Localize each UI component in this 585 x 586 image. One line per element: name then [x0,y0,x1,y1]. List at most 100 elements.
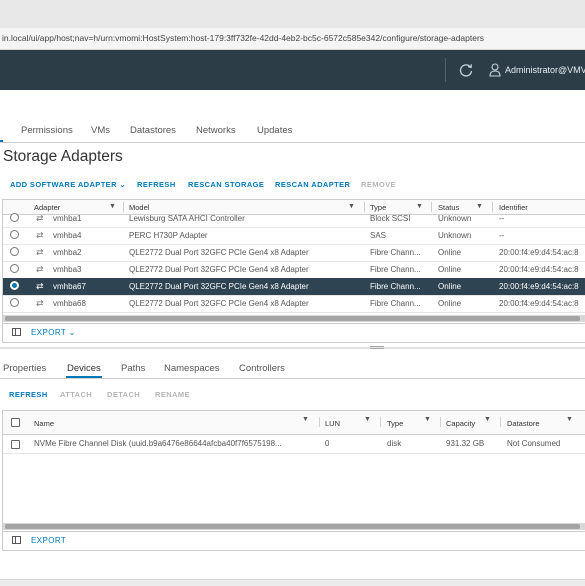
devices-refresh-button[interactable]: REFRESH [9,390,48,399]
attach-button[interactable]: ATTACH [60,390,92,399]
adapter-name: vmhba68 [53,299,86,308]
header-divider [445,58,446,82]
col-capacity[interactable]: Capacity [446,419,475,428]
adapter-identifier: 20:00:f4:e9:d4:54:ac:8 [499,299,579,308]
user-menu[interactable]: Administrator@VMV [505,65,585,75]
filter-icon[interactable]: ▼ [476,203,483,210]
add-software-adapter-button[interactable]: ADD SOFTWARE ADAPTER ⌄ [10,180,126,189]
adapter-model: QLE2772 Dual Port 32GFC PCIe Gen4 x8 Ada… [129,248,309,257]
refresh-icon[interactable] [458,62,474,78]
scrollbar-thumb[interactable] [5,316,580,321]
filter-icon[interactable]: ▼ [424,416,431,423]
adapter-identifier: 20:00:f4:e9:d4:54:ac:8 [499,248,579,257]
export-button[interactable]: EXPORT [31,536,66,545]
adapter-status: Online [438,265,462,274]
adapter-type: Block SCSI [370,214,411,223]
adapter-row[interactable]: ⇄ vmhba3 QLE2772 Dual Port 32GFC PCIe Ge… [3,261,585,279]
adapters-grid: Adapter ▼ Model ▼ Type ▼ Status ▼ Identi… [2,199,585,343]
adapter-icon: ⇄ [36,213,44,223]
horizontal-scrollbar[interactable] [3,523,585,530]
device-type: disk [387,439,402,448]
filter-icon[interactable]: ▼ [302,416,309,423]
filter-icon[interactable]: ▼ [484,416,491,423]
adapter-type: Fibre Chann... [370,248,421,257]
row-radio[interactable] [10,264,19,273]
tab-vms[interactable]: VMs [91,125,110,136]
pane-splitter[interactable] [0,347,585,349]
tab-properties[interactable]: Properties [3,363,46,374]
filter-icon[interactable]: ▼ [416,203,423,210]
row-checkbox[interactable] [11,440,20,449]
splitter-handle[interactable] [370,346,384,349]
column-toggle-icon[interactable] [12,536,21,544]
adapter-status: Unknown [438,214,472,223]
rescan-adapter-button[interactable]: RESCAN ADAPTER [275,180,350,189]
adapter-row[interactable]: ⇄ vmhba1 Lewisburg SATA AHCI Controller … [3,210,585,228]
adapter-row[interactable]: ⇄ vmhba68 QLE2772 Dual Port 32GFC PCIe G… [3,295,585,313]
address-bar[interactable]: in.local/ui/app/host;nav=h/urn:vmomi:Hos… [0,28,585,50]
tab-permissions[interactable]: Permissions [21,125,73,136]
horizontal-scrollbar[interactable] [3,315,585,322]
detail-tabs: Properties Devices Paths Namespaces Cont… [0,358,585,379]
filter-icon[interactable]: ▼ [109,203,116,210]
refresh-button[interactable]: REFRESH [137,180,176,189]
adapter-model: QLE2772 Dual Port 32GFC PCIe Gen4 x8 Ada… [129,299,309,308]
filter-icon[interactable]: ▼ [364,416,371,423]
adapter-identifier: -- [499,214,505,223]
adapter-type: Fibre Chann... [370,282,421,291]
user-icon[interactable] [489,63,501,77]
scrollbar-thumb[interactable] [5,524,580,529]
column-divider [319,417,320,427]
row-radio[interactable] [10,298,19,307]
select-all-checkbox[interactable] [11,418,20,427]
device-lun: 0 [325,439,330,448]
remove-button[interactable]: REMOVE [361,180,396,189]
adapter-status: Unknown [438,231,472,240]
tab-controllers[interactable]: Controllers [239,363,285,374]
device-capacity: 931.32 GB [446,439,485,448]
tab-datastores[interactable]: Datastores [130,125,176,136]
column-divider [440,417,441,427]
tab-networks[interactable]: Networks [196,125,236,136]
adapter-status: Online [438,282,462,291]
device-datastore: Not Consumed [507,439,561,448]
col-datastore[interactable]: Datastore [507,419,540,428]
tab-namespaces[interactable]: Namespaces [164,363,219,374]
adapter-identifier: 20:00:f4:e9:d4:54:ac:8 [499,265,579,274]
rescan-storage-button[interactable]: RESCAN STORAGE [188,180,264,189]
url-text[interactable]: in.local/ui/app/host;nav=h/urn:vmomi:Hos… [2,33,484,43]
adapter-icon: ⇄ [36,230,44,240]
adapter-name: vmhba3 [53,265,82,274]
tab-devices[interactable]: Devices [67,363,101,374]
adapter-row[interactable]: ⇄ vmhba2 QLE2772 Dual Port 32GFC PCIe Ge… [3,244,585,262]
adapter-row-selected[interactable]: ⇄ vmhba67 QLE2772 Dual Port 32GFC PCIe G… [3,278,585,296]
adapter-model: PERC H730P Adapter [129,231,208,240]
adapter-icon: ⇄ [36,298,44,308]
device-row[interactable]: NVMe Fibre Channel Disk (uuid.b9a6476e86… [3,435,585,454]
filter-icon[interactable]: ▼ [566,416,573,423]
col-name[interactable]: Name [34,419,54,428]
tab-paths[interactable]: Paths [121,363,145,374]
col-lun[interactable]: LUN [325,419,340,428]
col-type[interactable]: Type [387,419,403,428]
rename-button[interactable]: RENAME [155,390,190,399]
adapter-row[interactable]: ⇄ vmhba4 PERC H730P Adapter SAS Unknown … [3,227,585,245]
adapter-type: Fibre Chann... [370,265,421,274]
row-radio[interactable] [10,213,19,222]
row-radio[interactable] [10,230,19,239]
export-button[interactable]: EXPORT ⌄ [31,328,76,337]
row-radio[interactable] [10,281,19,290]
tab-updates[interactable]: Updates [257,125,292,136]
adapter-name: vmhba2 [53,248,82,257]
adapter-name: vmhba4 [53,231,82,240]
active-tab-indicator [0,140,3,142]
filter-icon[interactable]: ▼ [348,203,355,210]
detach-button[interactable]: DETACH [107,390,140,399]
adapter-identifier: -- [499,231,505,240]
row-radio[interactable] [10,247,19,256]
adapter-type: SAS [370,231,387,240]
adapter-status: Online [438,299,462,308]
adapter-name: vmhba67 [53,282,86,291]
adapter-icon: ⇄ [36,264,44,274]
column-toggle-icon[interactable] [12,328,21,336]
